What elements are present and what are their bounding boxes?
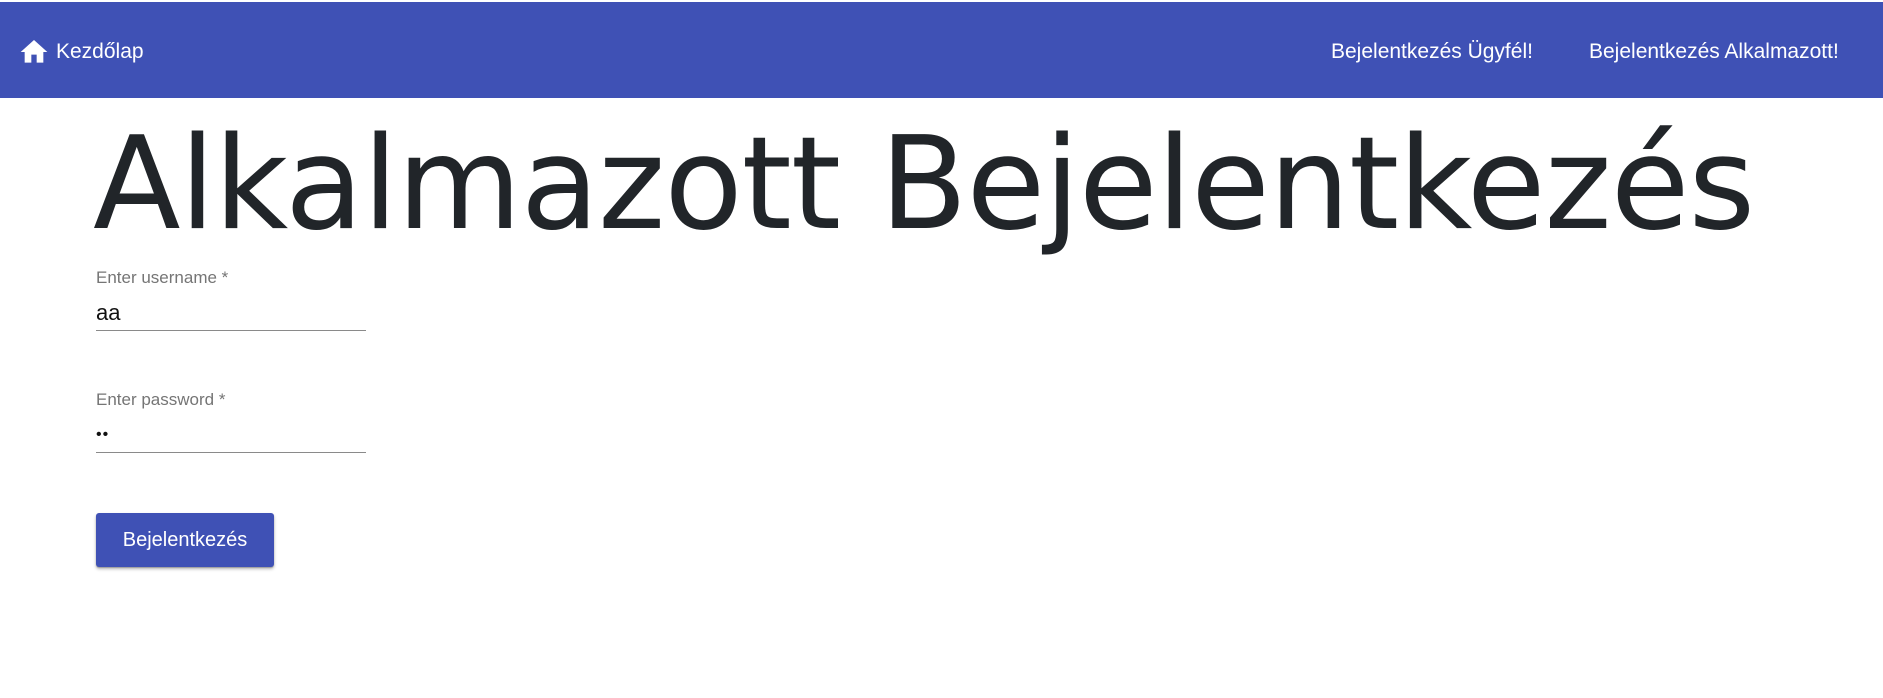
- username-input[interactable]: [96, 296, 366, 331]
- password-label: Enter password *: [96, 390, 226, 409]
- home-icon: [18, 36, 50, 68]
- top-toolbar: Kezdőlap Bejelentkezés Ügyfél! Bejelentk…: [0, 2, 1883, 98]
- username-label: Enter username *: [96, 268, 229, 287]
- home-link-label: Kezdőlap: [56, 40, 144, 63]
- employee-login-link[interactable]: Bejelentkezés Alkalmazott!: [1589, 36, 1839, 68]
- password-field: Enter password *: [96, 390, 366, 453]
- page-title: Alkalmazott Bejelentkezés: [93, 110, 1755, 259]
- username-field: Enter username *: [96, 268, 366, 331]
- password-input[interactable]: [96, 418, 366, 453]
- login-button[interactable]: Bejelentkezés: [96, 513, 274, 567]
- home-link[interactable]: Kezdőlap: [18, 36, 144, 68]
- customer-login-link[interactable]: Bejelentkezés Ügyfél!: [1331, 36, 1533, 68]
